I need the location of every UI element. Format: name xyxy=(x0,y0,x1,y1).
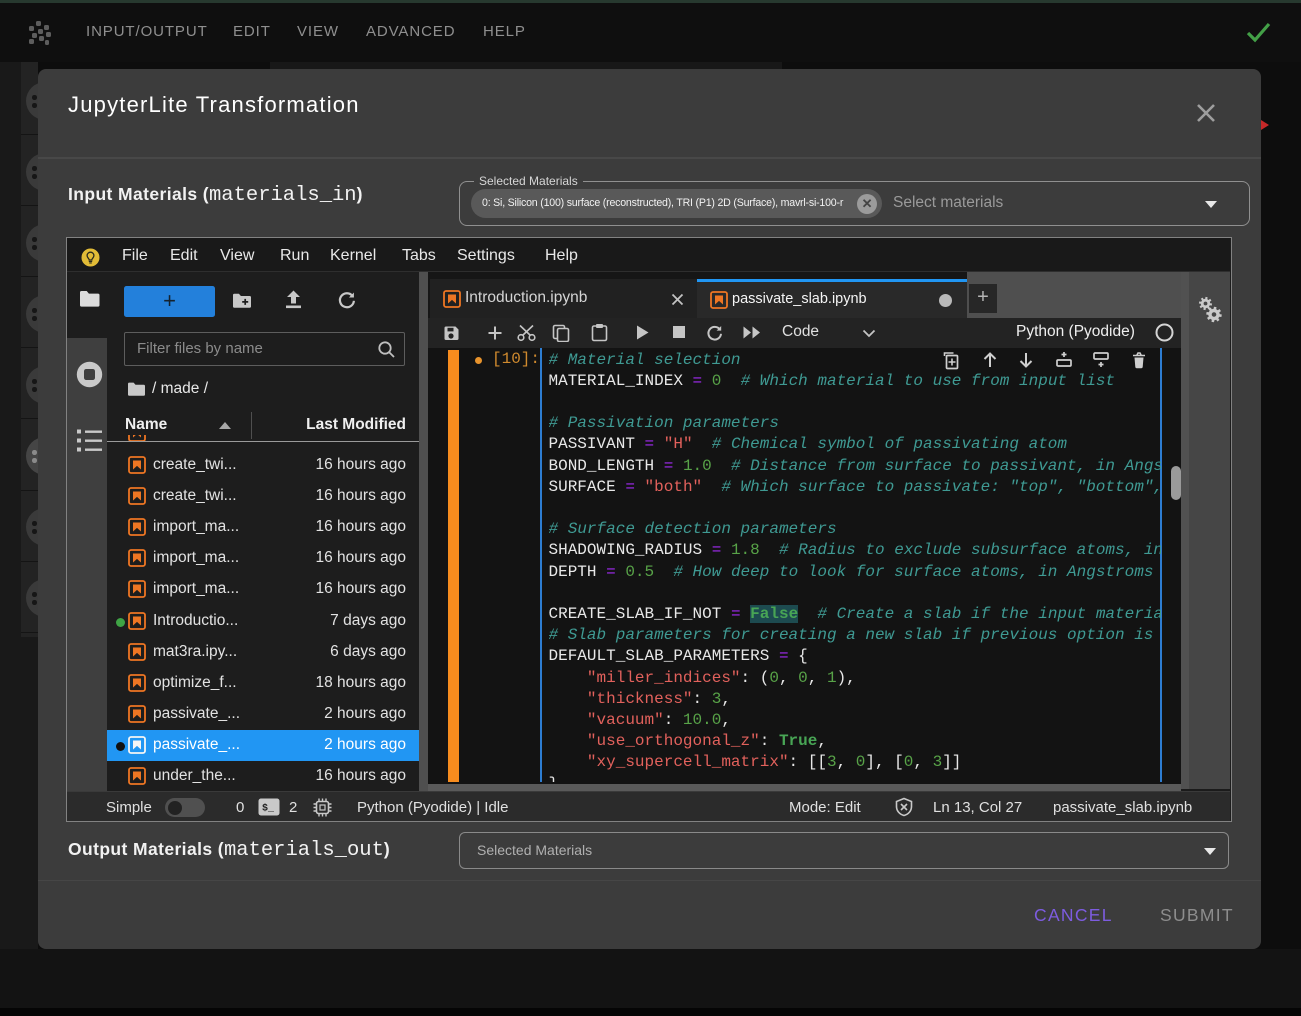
svg-text:$_: $_ xyxy=(262,802,275,814)
